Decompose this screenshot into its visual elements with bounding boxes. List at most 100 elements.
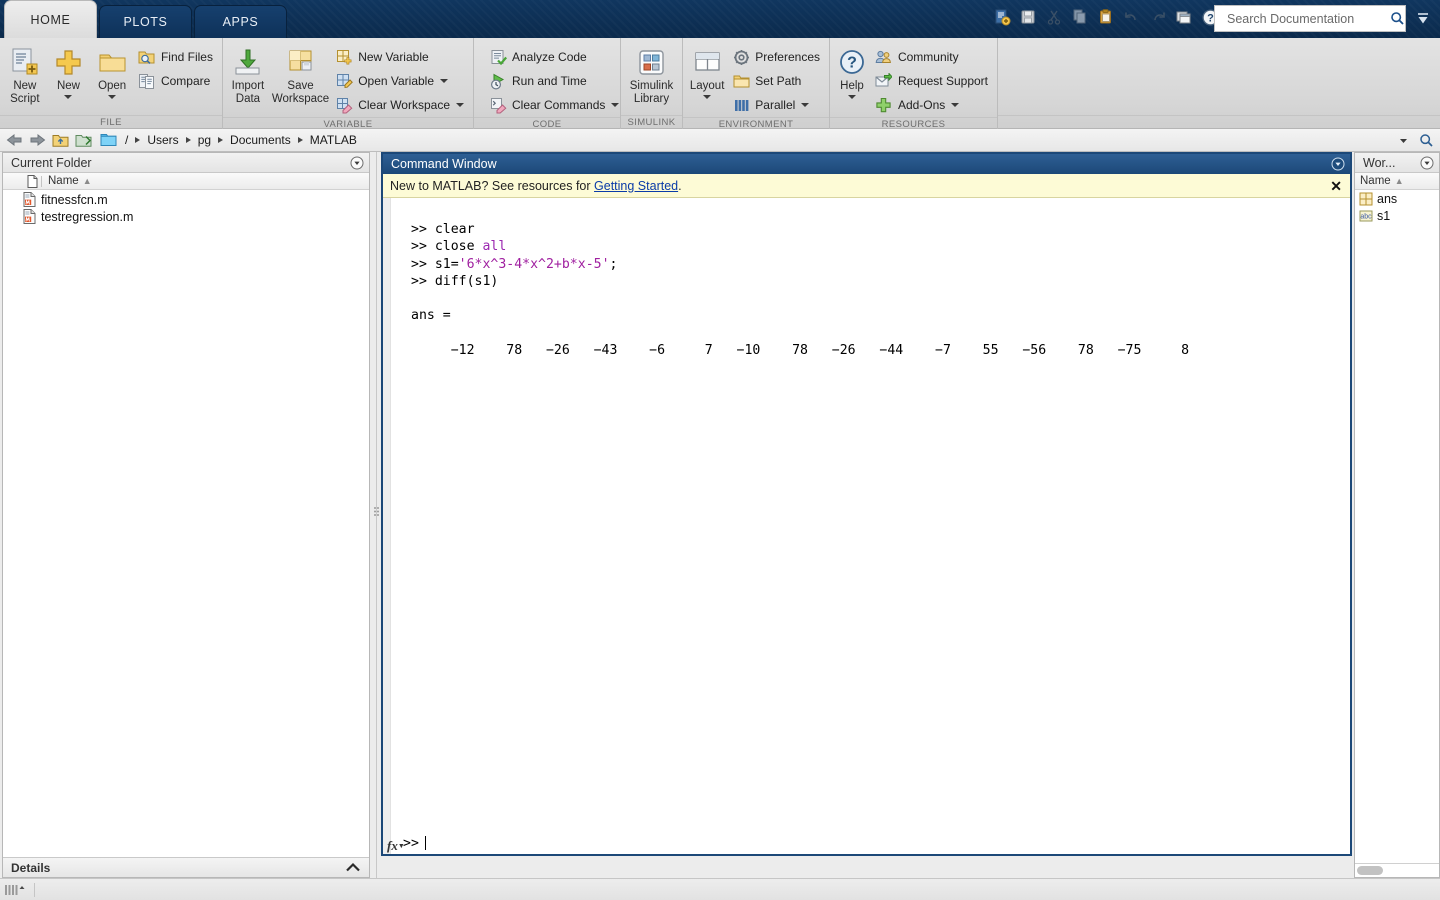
search-input[interactable] [1225,10,1390,27]
list-item[interactable]: abc s1 [1355,207,1439,224]
command-text: close [434,239,483,255]
copy-icon[interactable] [1068,5,1092,29]
go-up-folder-icon[interactable] [50,131,70,150]
workspace-variable-list[interactable]: ans abc s1 [1355,190,1439,863]
resize-grip-icon[interactable] [4,883,28,897]
redo-icon[interactable] [1146,5,1170,29]
current-folder-file-list[interactable]: fitnessfcn.m testregression.m [3,190,369,857]
command-prompt-line[interactable]: >> [403,835,426,852]
panel-menu-icon[interactable] [1420,156,1434,170]
save-workspace-button[interactable]: Save Workspace [270,42,331,105]
import-data-button[interactable]: Import Data [226,42,270,105]
prompt: >> [411,256,435,272]
tab-plots[interactable]: PLOTS [99,5,192,38]
find-files-button[interactable]: Find Files [134,45,219,69]
switch-window-icon[interactable] [1172,5,1196,29]
run-and-time-button[interactable]: Run and Time [485,69,625,93]
scrollbar-thumb[interactable] [1357,866,1383,875]
add-ons-button[interactable]: Add-Ons [871,93,994,117]
chevron-down-icon[interactable] [64,94,73,99]
breadcrumb-item-2[interactable]: pg [196,133,213,147]
variable-small-buttons: New Variable Open Variable Clear Workspa… [331,42,470,117]
breadcrumb-item-3[interactable]: Documents [228,133,293,147]
breadcrumb-item-4[interactable]: MATLAB [308,133,359,147]
analyze-code-button[interactable]: Analyze Code [485,45,625,69]
breadcrumb[interactable]: / Users pg Documents MATLAB [100,133,1390,147]
clear-commands-button[interactable]: Clear Commands [485,93,625,117]
tab-apps[interactable]: APPS [194,5,287,38]
add-ons-label: Add-Ons [897,98,946,112]
help-button[interactable]: ? Help [833,42,871,99]
command-window-output-area[interactable]: >> clear >> close all >> s1='6*x^3-4*x^2… [383,198,1350,854]
list-item[interactable]: ans [1355,190,1439,207]
current-folder-column-header[interactable]: Name ▲ [3,173,369,190]
command-window-text[interactable]: >> clear >> close all >> s1='6*x^3-4*x^2… [391,198,1350,854]
chevron-down-icon[interactable] [440,79,449,83]
chevron-down-icon[interactable] [108,94,117,99]
request-support-button[interactable]: Request Support [871,69,994,93]
run-and-time-label: Run and Time [512,74,587,88]
list-item[interactable]: fitnessfcn.m [3,191,369,208]
open-folder-icon [97,45,128,79]
breadcrumb-item-0[interactable]: / [123,133,130,147]
panel-menu-icon[interactable] [350,156,364,170]
paste-icon[interactable] [1094,5,1118,29]
tab-home[interactable]: HOME [4,0,97,38]
close-icon[interactable]: ✕ [1330,179,1342,193]
layout-button[interactable]: Layout [686,42,728,99]
new-script-icon[interactable] [990,5,1014,29]
back-arrow-icon[interactable] [4,131,24,150]
panel-menu-icon[interactable] [1331,157,1345,171]
chevron-down-icon[interactable] [847,94,856,99]
path-dropdown-icon[interactable] [1393,131,1413,150]
preferences-label: Preferences [755,50,820,64]
compare-button[interactable]: Compare [134,69,219,93]
open-button[interactable]: Open [90,42,134,99]
details-panel-header[interactable]: Details [3,857,369,877]
command-window-panel: Command Window New to MATLAB? See resour… [381,152,1352,856]
list-item[interactable]: testregression.m [3,208,369,225]
new-variable-button[interactable]: New Variable [331,45,470,69]
parallel-label: Parallel [755,98,796,112]
new-button[interactable]: New [47,42,91,99]
set-path-button[interactable]: Set Path [728,69,826,93]
getting-started-link[interactable]: Getting Started [594,179,678,193]
fx-label: fx [387,838,398,853]
address-bar: / Users pg Documents MATLAB [0,129,1440,152]
new-script-button[interactable]: New Script [3,42,47,105]
chevron-up-icon[interactable] [345,862,361,873]
chevron-down-icon[interactable] [456,103,464,107]
browse-folder-icon[interactable] [73,131,93,150]
chevron-down-icon[interactable] [703,94,712,99]
parallel-button[interactable]: Parallel [728,93,826,117]
search-documentation-box[interactable] [1214,5,1406,32]
code-small-buttons: Analyze Code Run and Time Clear Commands [477,42,625,117]
banner-text: New to MATLAB? See resources for Getting… [390,179,682,193]
workspace-column-header[interactable]: Name ▲ [1355,173,1439,190]
splitter-grip-icon[interactable] [372,504,380,518]
clear-workspace-button[interactable]: Clear Workspace [331,93,470,117]
forward-arrow-icon[interactable] [27,131,47,150]
simulink-library-button[interactable]: Simulink Library [624,42,679,105]
community-button[interactable]: Community [871,45,994,69]
minimize-ribbon-icon[interactable] [1412,8,1434,30]
help-label: Help [840,80,864,92]
new-script-icon [9,45,40,79]
preferences-button[interactable]: Preferences [728,45,826,69]
ribbon-group-simulink: Simulink Library SIMULINK [620,38,682,129]
undo-icon[interactable] [1120,5,1144,29]
search-path-icon[interactable] [1416,131,1436,150]
open-variable-button[interactable]: Open Variable [331,69,470,93]
save-icon[interactable] [1016,5,1040,29]
chevron-down-icon[interactable] [611,103,620,107]
chevron-down-icon[interactable] [951,103,960,107]
breadcrumb-item-1[interactable]: Users [145,133,180,147]
request-support-icon [874,72,894,90]
set-path-icon [731,73,751,90]
workspace-horizontal-scrollbar[interactable] [1355,863,1439,877]
current-folder-panel: Current Folder Name ▲ fitnessfcn.m testr… [2,152,370,878]
cut-icon[interactable] [1042,5,1066,29]
sort-ascending-icon: ▲ [1394,176,1404,186]
search-icon[interactable] [1390,11,1405,26]
chevron-down-icon[interactable] [801,103,810,107]
